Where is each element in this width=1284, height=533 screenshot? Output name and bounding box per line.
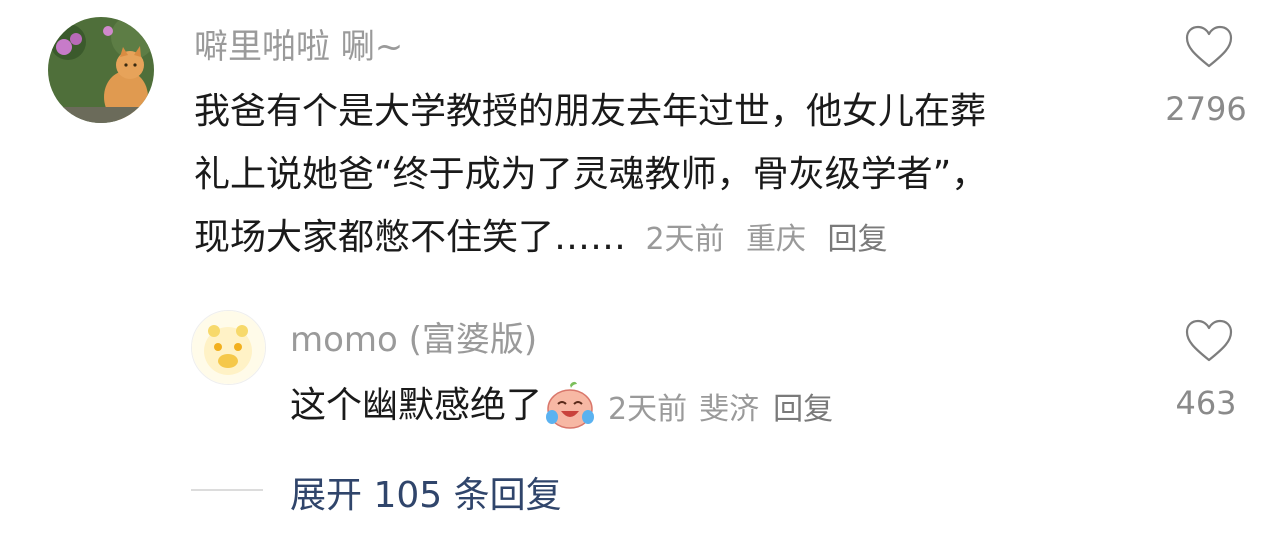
commenter-avatar[interactable] (48, 17, 154, 123)
reply-reply-button[interactable]: 回复 (773, 384, 833, 428)
heart-outline-icon (1185, 25, 1233, 68)
reply-text: 这个幽默感绝了 (290, 385, 543, 426)
reply-text-row: 这个幽默感绝了 2天前 斐济 回复 (290, 376, 833, 436)
comment-line: 我爸有个是大学教授的朋友去年过世，他女儿在葬 (194, 91, 987, 132)
comment-line: 礼上说她爸“终于成为了灵魂教师，骨灰级学者”， (194, 154, 988, 195)
comment-text: 我爸有个是大学教授的朋友去年过世，他女儿在葬 礼上说她爸“终于成为了灵魂教师，骨… (194, 80, 1144, 271)
cat-photo-icon (48, 17, 154, 123)
reply-username[interactable]: momo (富婆版) (290, 320, 537, 360)
comment-line: 现场大家都憋不住笑了…… (194, 217, 627, 258)
expand-replies-button[interactable]: 展开 105 条回复 (290, 466, 562, 518)
comment-time: 2天前 (645, 222, 725, 257)
cartoon-avatar-icon (192, 311, 265, 384)
reply-location: 斐济 (699, 392, 760, 427)
heart-outline-icon (1185, 319, 1233, 362)
reply-like-button[interactable]: 463 (1160, 316, 1252, 426)
comment-like-count: 2796 (1165, 90, 1247, 128)
comment-reply-button[interactable]: 回复 (827, 222, 887, 257)
commenter-username[interactable]: 噼里啪啦 唰~ (194, 27, 403, 67)
reply-like-count: 463 (1175, 384, 1237, 422)
comment-last-line: 现场大家都憋不住笑了…… 2天前 重庆 回复 (194, 206, 1144, 271)
crying-laughing-emoji (546, 381, 595, 429)
reply-avatar[interactable] (191, 310, 266, 385)
reply-time: 2天前 (608, 392, 688, 427)
comment-like-button[interactable]: 2796 (1160, 22, 1252, 132)
comment-location: 重庆 (746, 222, 807, 257)
expand-divider (191, 489, 263, 491)
